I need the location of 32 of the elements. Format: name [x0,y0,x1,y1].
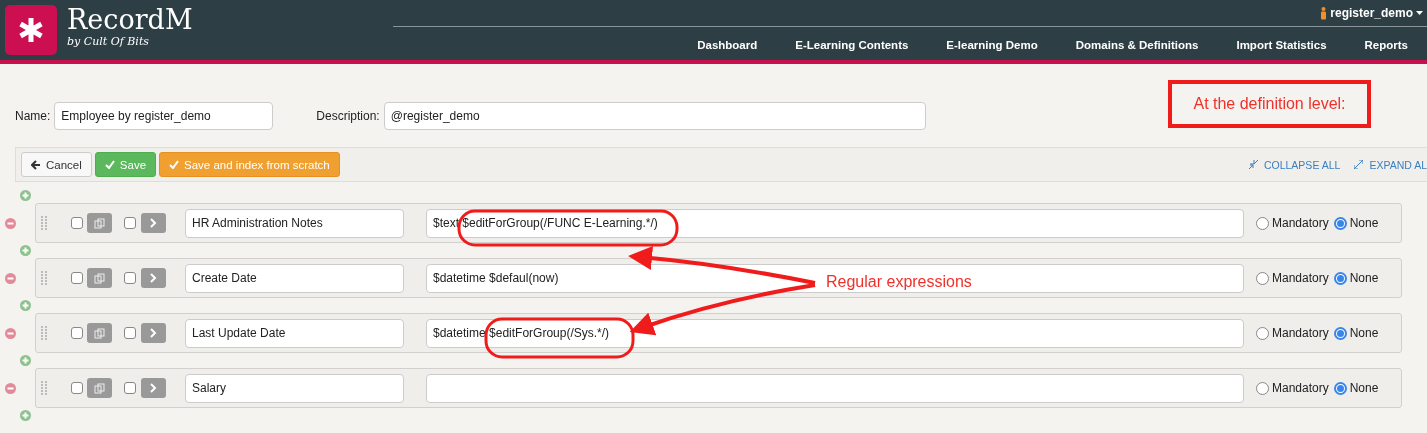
field-name-input[interactable]: Last Update Date [185,318,404,348]
app-title: RecordM [67,3,193,37]
nav-link[interactable]: E-learning Demo [927,39,1057,51]
nav-link[interactable]: Reports [1345,39,1427,51]
user-menu[interactable]: register_demo [1330,6,1413,20]
nav-link[interactable]: Domains & Definitions [1056,39,1218,51]
radio-label: Mandatory [1272,326,1329,340]
radio-label: None [1349,326,1379,340]
cancel-button[interactable]: Cancel [21,152,92,177]
expand-all-link[interactable]: EXPAND AL [1354,158,1427,171]
radio-label: None [1349,216,1379,230]
annotation-label: Regular expressions [826,273,972,291]
name-field[interactable]: Employee by register_demo [54,102,274,130]
annotation-note: At the definition level: [1168,80,1371,128]
nav-link[interactable]: Dashboard [678,39,777,51]
description-label: Description: [316,109,380,123]
nav-link[interactable]: Import Statistics [1217,39,1346,51]
field-name-input[interactable]: Salary [185,373,404,403]
field-name-input[interactable]: HR Administration Notes [185,208,404,238]
description-field[interactable]: @register_demo [383,102,926,130]
definition-input[interactable]: $text $editForGroup(/FUNC E-Learning.*/) [426,208,1244,238]
radio-label: Mandatory [1272,216,1329,230]
name-label: Name: [15,109,51,123]
definition-input[interactable]: $datetime $editForGroup(/Sys.*/) [426,318,1244,348]
nav-link[interactable]: E-Learning Contents [776,39,928,51]
radio-label: None [1349,381,1379,395]
app-subtitle: by Cult Of Bits [67,35,150,48]
radio-label: Mandatory [1272,271,1329,285]
radio-label: None [1349,271,1379,285]
radio-label: Mandatory [1272,381,1329,395]
field-name-input[interactable]: Create Date [185,263,404,293]
collapse-all-link[interactable]: COLLAPSE ALL [1248,158,1341,171]
